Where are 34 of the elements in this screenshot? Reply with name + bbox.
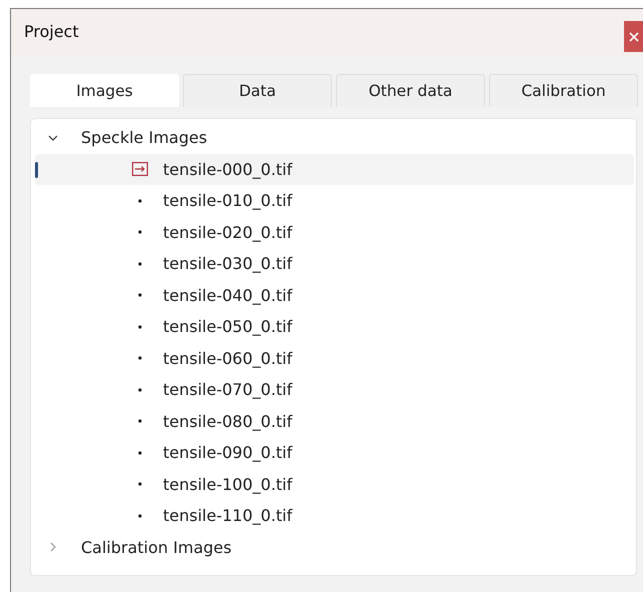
- tab[interactable]: Calibration: [489, 74, 638, 107]
- bullet-icon: [138, 262, 142, 266]
- tree-item[interactable]: tensile-070_0.tif: [35, 374, 634, 406]
- bullet-icon: [138, 482, 142, 486]
- bullet-icon: [138, 388, 142, 392]
- bullet-icon: [138, 419, 142, 424]
- tab[interactable]: Other data: [336, 74, 485, 107]
- selection-indicator: [35, 162, 38, 178]
- tab[interactable]: Data: [183, 74, 332, 107]
- tree-item[interactable]: tensile-020_0.tif: [35, 216, 634, 248]
- bullet-icon: [138, 514, 142, 518]
- bullet-icon: [138, 293, 142, 298]
- bullet-icon: [138, 450, 142, 455]
- tree-item[interactable]: tensile-100_0.tif: [35, 468, 634, 500]
- tree-item[interactable]: tensile-040_0.tif: [35, 280, 634, 311]
- arrow-box-icon: [132, 162, 148, 176]
- bullet-icon: [138, 198, 142, 203]
- tree-item[interactable]: tensile-030_0.tif: [35, 248, 634, 280]
- tab[interactable]: Images: [30, 74, 179, 107]
- bullet-icon: [138, 356, 142, 360]
- tree-item[interactable]: tensile-090_0.tif: [35, 437, 634, 468]
- bullet-icon: [138, 230, 142, 234]
- tree-item[interactable]: tensile-110_0.tif: [35, 500, 634, 532]
- tree-item[interactable]: tensile-060_0.tif: [35, 342, 634, 374]
- close-icon: [628, 32, 638, 42]
- window-title: Project: [24, 22, 79, 41]
- tree-group-label[interactable]: Speckle Images: [81, 128, 208, 148]
- bullet-icon: [138, 324, 142, 329]
- close-button[interactable]: [624, 21, 643, 52]
- tree-item[interactable]: tensile-080_0.tif: [35, 406, 634, 437]
- tree-item[interactable]: tensile-010_0.tif: [35, 185, 634, 216]
- tree-item[interactable]: tensile-000_0.tif: [35, 154, 634, 185]
- tree-group-label[interactable]: Calibration Images: [81, 538, 232, 557]
- tree-item[interactable]: tensile-050_0.tif: [35, 311, 634, 342]
